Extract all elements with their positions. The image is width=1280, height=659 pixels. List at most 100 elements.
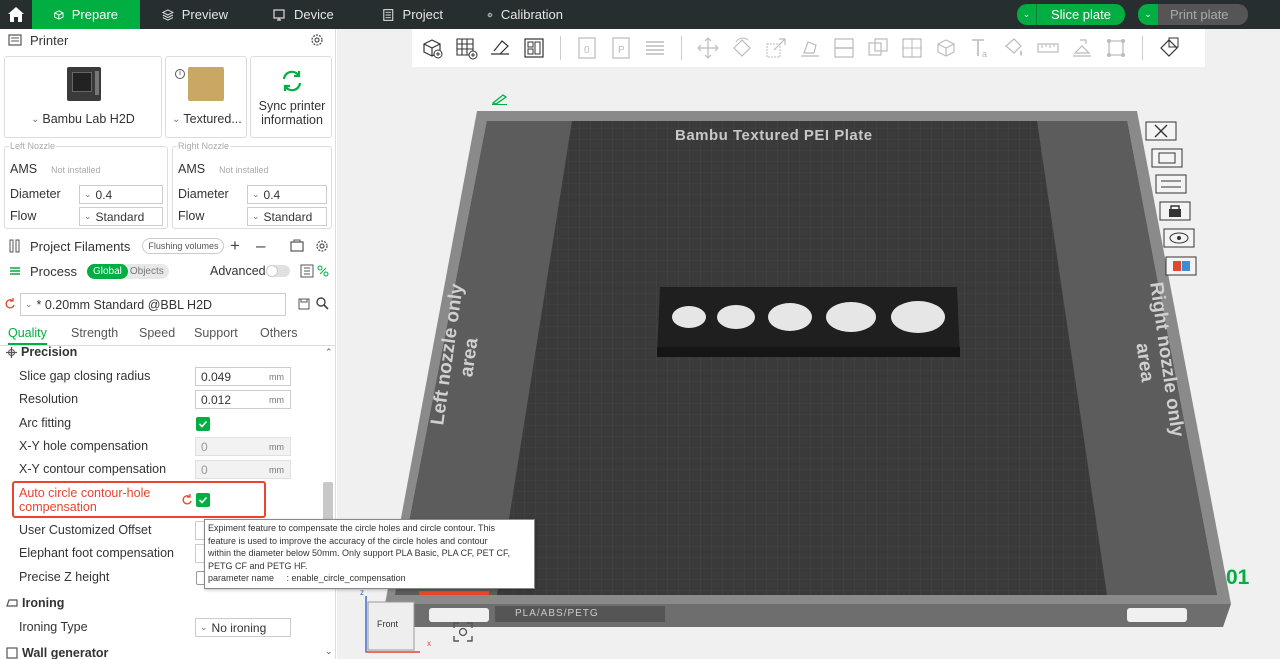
sync-printer-button[interactable]: Sync printer information: [250, 56, 332, 138]
plate-filament-badge: PLA/ABS/PETG: [515, 608, 599, 619]
unit-label: mm: [269, 464, 284, 475]
print-group: ⌄ Print plate: [1138, 4, 1248, 25]
ironing-type-select[interactable]: ⌄ No ironing: [195, 618, 291, 637]
plate-settings-icon[interactable]: [1151, 148, 1183, 168]
tab-quality[interactable]: Quality: [8, 326, 47, 345]
printer-card[interactable]: ⌄ Bambu Lab H2D: [4, 56, 162, 138]
parameter-tooltip: Expiment feature to compensate the circl…: [204, 519, 535, 589]
left-nozzle-title: Left Nozzle: [9, 141, 57, 151]
tab-project[interactable]: Project: [360, 0, 465, 29]
close-plate-icon[interactable]: [1145, 121, 1177, 141]
tab-support[interactable]: Support: [194, 326, 238, 340]
list-icon[interactable]: [300, 264, 314, 278]
reset-icon[interactable]: [4, 298, 16, 310]
iron-icon: [6, 599, 18, 607]
search-icon[interactable]: [316, 297, 329, 310]
tooltip-line: PETG CF and PETG HF.: [208, 560, 308, 571]
plate-tab: [1127, 608, 1187, 622]
tab-calibration[interactable]: Calibration: [465, 0, 585, 29]
xy-hole-input: 0 mm: [195, 437, 291, 456]
print-plate-button[interactable]: Print plate: [1158, 4, 1248, 25]
plate-side-icons: [1145, 121, 1197, 281]
filaments-title: Project Filaments: [30, 238, 131, 254]
diameter-select[interactable]: ⌄ 0.4: [79, 185, 163, 204]
layers-icon: [162, 8, 174, 21]
process-header: Process Global Objects Advanced: [0, 260, 336, 282]
tab-label: Device: [294, 7, 334, 22]
flow-select[interactable]: ⌄ Standard: [247, 207, 327, 226]
resolution-input[interactable]: 0.012 mm: [195, 390, 291, 409]
printer-image: [67, 67, 101, 101]
printer-title: Printer: [30, 32, 69, 48]
flow-label: Flow: [10, 209, 37, 223]
home-button[interactable]: [0, 0, 32, 29]
flow-select[interactable]: ⌄ Standard: [79, 207, 163, 226]
red-axis-highlight: [419, 591, 489, 595]
slice-plate-button[interactable]: Slice plate: [1037, 4, 1125, 25]
diameter-value: 0.4: [95, 187, 113, 202]
chevron-down-icon: ⌄: [172, 113, 181, 125]
slice-gap-value: 0.049: [201, 369, 232, 384]
tab-label: Prepare: [71, 7, 118, 22]
add-icon[interactable]: +: [230, 236, 240, 256]
ironing-title: Ironing: [22, 596, 65, 610]
diameter-select[interactable]: ⌄ 0.4: [247, 185, 327, 204]
view-cube[interactable]: Front z x: [360, 588, 431, 653]
tab-prepare[interactable]: Prepare: [32, 0, 140, 29]
tab-speed[interactable]: Speed: [139, 326, 175, 340]
filament-sync-icon[interactable]: [290, 239, 304, 253]
slice-gap-input[interactable]: 0.049 mm: [195, 367, 291, 386]
arc-fitting-checkbox[interactable]: [196, 417, 210, 431]
tab-others[interactable]: Others: [260, 326, 298, 340]
process-preset-select[interactable]: ⌄ * 0.20mm Standard @BBL H2D: [20, 293, 286, 316]
gear-icon[interactable]: [310, 33, 324, 47]
flushing-volumes-button[interactable]: Flushing volumes: [142, 238, 225, 254]
info-icon[interactable]: i: [175, 69, 185, 79]
printer-header: Printer: [0, 29, 336, 51]
unit-label: mm: [269, 441, 284, 452]
gear-icon[interactable]: [315, 239, 329, 253]
eye-icon[interactable]: [1163, 228, 1195, 248]
right-nozzle-title: Right Nozzle: [177, 141, 231, 151]
plate-card[interactable]: i ⌄ Textured...: [165, 56, 247, 138]
chevron-down-icon: ⌄: [1144, 9, 1152, 19]
objects-toggle[interactable]: Objects: [128, 264, 169, 279]
auto-circle-checkbox[interactable]: [196, 493, 210, 507]
print-dropdown[interactable]: ⌄: [1138, 4, 1158, 25]
unit-label: mm: [269, 394, 284, 405]
filaments-header: Project Filaments Flushing volumes + –: [0, 235, 336, 257]
reset-icon[interactable]: [181, 494, 193, 506]
plate-image: [188, 67, 224, 101]
axis-x-label: x: [427, 639, 431, 648]
diameter-label: Diameter: [178, 187, 229, 201]
collapse-down-icon[interactable]: ⌄: [325, 646, 333, 657]
flow-label: Flow: [178, 209, 205, 223]
plate-number: 01: [1226, 566, 1250, 589]
calibration-model[interactable]: [657, 287, 960, 357]
tab-preview[interactable]: Preview: [140, 0, 250, 29]
wall-icon: [6, 647, 18, 659]
slice-dropdown[interactable]: ⌄: [1017, 4, 1037, 25]
global-toggle[interactable]: Global: [86, 263, 128, 279]
save-icon[interactable]: [298, 298, 310, 310]
ironing-type-value: No ironing: [211, 620, 267, 635]
compare-icon[interactable]: [316, 264, 330, 278]
slice-gap-label: Slice gap closing radius: [19, 369, 151, 383]
filament-map-icon[interactable]: [1165, 256, 1197, 276]
elephant-foot-label: Elephant foot compensation: [19, 546, 174, 560]
remove-icon[interactable]: –: [256, 236, 265, 256]
collapse-up-icon[interactable]: ⌃: [325, 347, 333, 358]
edit-pencil-icon[interactable]: [491, 93, 509, 105]
process-icon: [10, 267, 20, 275]
focus-icon[interactable]: [452, 621, 474, 643]
chevron-down-icon: ⌄: [31, 113, 40, 125]
tab-device[interactable]: Device: [250, 0, 360, 29]
unit-label: mm: [269, 371, 284, 382]
tab-strength[interactable]: Strength: [71, 326, 118, 340]
diameter-value: 0.4: [263, 187, 281, 202]
precision-icon: [6, 346, 17, 358]
lock-icon[interactable]: [1159, 201, 1191, 221]
advanced-switch[interactable]: [266, 265, 290, 277]
view-cube-face-label: Front: [377, 619, 399, 629]
arrange-plate-icon[interactable]: [1155, 174, 1187, 194]
